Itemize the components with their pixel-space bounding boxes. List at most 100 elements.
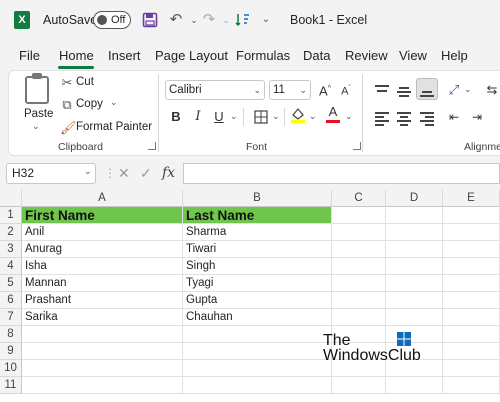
table-cell[interactable] (443, 258, 500, 275)
table-cell[interactable] (386, 292, 443, 309)
wrap-text-icon[interactable]: ⇆ (483, 81, 500, 99)
name-box[interactable]: H32 (6, 163, 96, 184)
table-cell[interactable] (386, 224, 443, 241)
name-box-chevron-down-icon[interactable]: ⌄ (84, 166, 92, 177)
fill-color-icon[interactable] (289, 106, 307, 124)
row-header[interactable]: 9 (0, 343, 22, 360)
table-cell[interactable] (332, 258, 386, 275)
table-cell[interactable] (443, 343, 500, 360)
table-cell[interactable]: Sharma (183, 224, 332, 241)
row-header[interactable]: 4 (0, 258, 22, 275)
decrease-indent-icon[interactable]: ⇤ (445, 108, 463, 126)
enter-icon[interactable]: ✓ (140, 165, 152, 182)
tab-data[interactable]: Data (303, 48, 330, 63)
row-header[interactable]: 3 (0, 241, 22, 258)
font-color-dropdown-icon[interactable]: ⌄ (345, 111, 353, 122)
table-cell[interactable] (22, 343, 183, 360)
table-cell[interactable] (332, 292, 386, 309)
customize-toolbar-icon[interactable]: ⌄ (256, 10, 276, 30)
font-dialog-launcher-icon[interactable] (353, 142, 361, 150)
middle-align-icon[interactable] (397, 84, 413, 98)
table-cell[interactable]: Sarika (22, 309, 183, 326)
table-cell[interactable] (386, 377, 443, 394)
paste-dropdown-icon[interactable]: ⌄ (32, 121, 40, 132)
table-cell[interactable]: Singh (183, 258, 332, 275)
table-cell[interactable] (443, 377, 500, 394)
column-header-d[interactable]: D (386, 190, 443, 207)
undo-icon[interactable]: ↶ (166, 10, 186, 30)
increase-indent-icon[interactable]: ⇥ (468, 108, 486, 126)
tab-page-layout[interactable]: Page Layout (155, 48, 228, 63)
font-color-icon[interactable]: A (324, 104, 342, 123)
orientation-dropdown-icon[interactable]: ⌄ (464, 84, 472, 95)
table-cell[interactable]: Tyagi (183, 275, 332, 292)
orientation-icon[interactable]: ⤢ (445, 81, 463, 99)
column-header-e[interactable]: E (443, 190, 500, 207)
tab-help[interactable]: Help (441, 48, 468, 63)
table-cell[interactable] (443, 326, 500, 343)
table-cell[interactable] (183, 377, 332, 394)
formula-input[interactable] (183, 163, 500, 184)
align-right-icon[interactable] (420, 111, 436, 126)
tab-review[interactable]: Review (345, 48, 388, 63)
bold-button[interactable]: B (167, 108, 185, 126)
tab-formulas[interactable]: Formulas (236, 48, 290, 63)
table-cell[interactable]: Isha (22, 258, 183, 275)
column-header-b[interactable]: B (183, 190, 332, 207)
table-cell[interactable] (332, 377, 386, 394)
table-cell[interactable] (22, 326, 183, 343)
table-cell[interactable] (443, 224, 500, 241)
tab-insert[interactable]: Insert (108, 48, 141, 63)
table-cell[interactable]: Gupta (183, 292, 332, 309)
table-cell[interactable] (443, 309, 500, 326)
table-cell[interactable] (183, 326, 332, 343)
header-cell[interactable]: First Name (22, 207, 183, 224)
row-header[interactable]: 11 (0, 377, 22, 394)
column-header-c[interactable]: C (332, 190, 386, 207)
tab-view[interactable]: View (399, 48, 427, 63)
copy-dropdown-icon[interactable]: ⌄ (110, 97, 118, 108)
table-cell[interactable] (183, 343, 332, 360)
table-cell[interactable] (332, 309, 386, 326)
clipboard-dialog-launcher-icon[interactable] (148, 142, 156, 150)
table-cell[interactable] (443, 292, 500, 309)
table-cell[interactable] (386, 207, 443, 224)
underline-dropdown-icon[interactable]: ⌄ (230, 111, 238, 122)
table-cell[interactable]: Mannan (22, 275, 183, 292)
table-cell[interactable]: Tiwari (183, 241, 332, 258)
row-header[interactable]: 6 (0, 292, 22, 309)
table-cell[interactable] (183, 360, 332, 377)
table-cell[interactable] (443, 241, 500, 258)
table-cell[interactable] (386, 326, 443, 343)
table-cell[interactable] (386, 309, 443, 326)
table-cell[interactable]: Anurag (22, 241, 183, 258)
table-cell[interactable]: Chauhan (183, 309, 332, 326)
increase-font-size-button[interactable]: A^ (316, 80, 334, 98)
autosave-toggle[interactable]: Off (93, 11, 131, 29)
borders-icon[interactable] (252, 108, 270, 126)
top-align-icon[interactable] (375, 84, 391, 98)
column-header-a[interactable]: A (22, 190, 183, 207)
table-cell[interactable] (443, 275, 500, 292)
table-cell[interactable] (443, 207, 500, 224)
insert-function-button[interactable]: fx (162, 165, 175, 181)
table-cell[interactable] (386, 241, 443, 258)
fill-color-dropdown-icon[interactable]: ⌄ (309, 111, 317, 122)
table-cell[interactable] (443, 360, 500, 377)
tab-file[interactable]: File (19, 48, 40, 63)
table-cell[interactable] (22, 360, 183, 377)
table-cell[interactable] (332, 207, 386, 224)
table-cell[interactable]: Anil (22, 224, 183, 241)
format-painter-button[interactable]: Format Painter (76, 121, 152, 133)
copy-button[interactable]: Copy (76, 98, 103, 110)
row-header[interactable]: 1 (0, 207, 22, 224)
table-cell[interactable] (332, 241, 386, 258)
decrease-font-size-button[interactable]: Aˇ (337, 80, 355, 98)
select-all-button[interactable] (0, 190, 22, 207)
cancel-icon[interactable]: ✕ (118, 165, 130, 182)
row-header[interactable]: 5 (0, 275, 22, 292)
font-name-dropdown[interactable]: Calibri ⌄ (165, 80, 265, 100)
row-header[interactable]: 8 (0, 326, 22, 343)
row-header[interactable]: 10 (0, 360, 22, 377)
header-cell[interactable]: Last Name (183, 207, 332, 224)
